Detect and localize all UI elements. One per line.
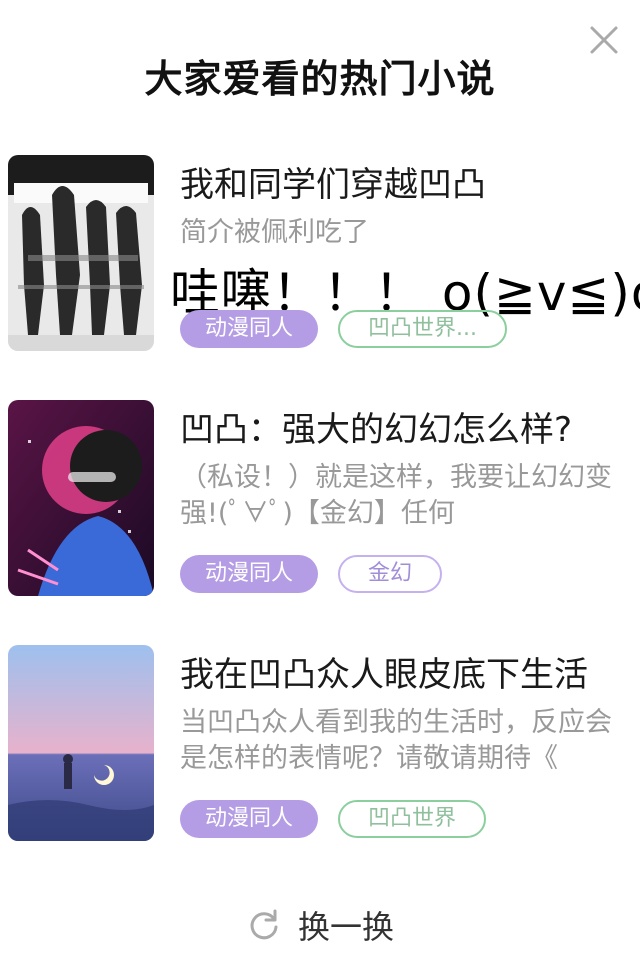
- book-cover[interactable]: [8, 645, 154, 841]
- book-title[interactable]: 凹凸：强大的幻幻怎么样?: [180, 402, 572, 451]
- refresh-button[interactable]: 换一换: [0, 900, 640, 950]
- tag-list: 动漫同人 金幻: [180, 555, 443, 593]
- book-title[interactable]: 我和同学们穿越凹凸: [180, 157, 486, 206]
- dialog-title: 大家爱看的热门小说: [144, 57, 496, 101]
- book-description: 当凹凸众人看到我的生活时，反应会是怎样的表情呢？请敬请期待《: [180, 707, 612, 774]
- tag-category[interactable]: 动漫同人: [180, 800, 318, 838]
- cover-image: [8, 645, 154, 841]
- book-cover[interactable]: [8, 400, 154, 596]
- book-item[interactable]: 我和同学们穿越凹凸 简介被佩利吃了 哇噻！！！ o(≧v≦)o 动漫同人 凹凸世…: [8, 155, 640, 351]
- tag-list: 动漫同人 凹凸世界...: [180, 310, 507, 348]
- tag-list: 动漫同人 凹凸世界: [180, 800, 487, 838]
- book-title[interactable]: 我在凹凸众人眼皮底下生活: [180, 647, 588, 696]
- tag-topic[interactable]: 金幻: [338, 555, 443, 593]
- refresh-icon: [246, 907, 282, 943]
- book-description: 简介被佩利吃了: [180, 217, 369, 248]
- book-cover[interactable]: [8, 155, 154, 351]
- tag-category[interactable]: 动漫同人: [180, 555, 318, 593]
- tag-topic[interactable]: 凹凸世界...: [338, 310, 507, 348]
- cover-image: [8, 400, 154, 596]
- book-description: （私设！）就是这样，我要让幻幻变强!(ﾟ∀ﾟ)【金幻】任何: [180, 462, 612, 529]
- book-item[interactable]: 我在凹凸众人眼皮底下生活 当凹凸众人看到我的生活时，反应会是怎样的表情呢？请敬请…: [8, 645, 640, 841]
- tag-category[interactable]: 动漫同人: [180, 310, 318, 348]
- tag-topic[interactable]: 凹凸世界: [338, 800, 487, 838]
- book-item[interactable]: 凹凸：强大的幻幻怎么样? （私设！）就是这样，我要让幻幻变强!(ﾟ∀ﾟ)【金幻】…: [8, 400, 640, 596]
- refresh-label: 换一换: [297, 908, 394, 946]
- cover-image: [8, 155, 154, 351]
